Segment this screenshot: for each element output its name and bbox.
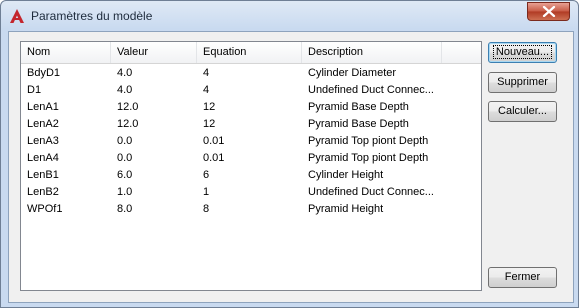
new-button[interactable]: Nouveau... <box>488 42 557 63</box>
cell-value: 8.0 <box>117 203 133 215</box>
autocad-app-icon <box>9 8 25 24</box>
table-row[interactable]: LenA2 12.0 12 Pyramid Base Depth <box>21 116 481 133</box>
list-header: Nom Valeur Equation Description <box>21 42 481 64</box>
close-icon <box>542 6 556 17</box>
cell-name: D1 <box>27 84 42 96</box>
close-button-label: Fermer <box>504 271 541 283</box>
calculate-button-label: Calculer... <box>498 105 547 117</box>
cell-description: Pyramid Top piont Depth <box>308 135 429 147</box>
cell-description: Pyramid Base Depth <box>308 118 409 130</box>
cell-name: LenB1 <box>27 169 59 181</box>
cell-equation: 4 <box>203 67 210 79</box>
cell-value: 12.0 <box>117 118 139 130</box>
cell-name: LenA1 <box>27 101 59 113</box>
cell-equation: 12 <box>203 118 216 130</box>
column-header-value[interactable]: Valeur <box>111 42 197 63</box>
table-row[interactable]: LenB2 1.0 1 Undefined Duct Connec... <box>21 184 481 201</box>
cell-description: Cylinder Diameter <box>308 67 397 79</box>
title-bar[interactable]: Paramètres du modèle <box>1 1 578 31</box>
calculate-button[interactable]: Calculer... <box>488 101 557 122</box>
cell-description: Undefined Duct Connec... <box>308 84 434 96</box>
cell-description: Pyramid Top piont Depth <box>308 152 429 164</box>
column-header-name[interactable]: Nom <box>21 42 111 63</box>
dialog-window: Paramètres du modèle Nom Valeur Equation… <box>0 0 579 308</box>
column-header-equation[interactable]: Equation <box>197 42 302 63</box>
window-title: Paramètres du modèle <box>31 9 153 23</box>
cell-value: 4.0 <box>117 84 133 96</box>
table-row[interactable]: D1 4.0 4 Undefined Duct Connec... <box>21 82 481 99</box>
cell-name: LenA2 <box>27 118 59 130</box>
cell-description: Undefined Duct Connec... <box>308 186 434 198</box>
close-button[interactable]: Fermer <box>488 267 557 288</box>
list-rows: BdyD1 4.0 4 Cylinder Diameter D1 4.0 4 Undefine… <box>21 65 481 218</box>
cell-equation: 1 <box>203 186 210 198</box>
column-header-description[interactable]: Description <box>302 42 442 63</box>
cell-value: 6.0 <box>117 169 133 181</box>
delete-button[interactable]: Supprimer <box>488 72 557 93</box>
cell-value: 0.0 <box>117 135 133 147</box>
cell-name: LenA4 <box>27 152 59 164</box>
table-row[interactable]: BdyD1 4.0 4 Cylinder Diameter <box>21 65 481 82</box>
cell-description: Cylinder Height <box>308 169 384 181</box>
table-row[interactable]: LenA1 12.0 12 Pyramid Base Depth <box>21 99 481 116</box>
table-row[interactable]: LenB1 6.0 6 Cylinder Height <box>21 167 481 184</box>
table-row[interactable]: WPOf1 8.0 8 Pyramid Height <box>21 201 481 218</box>
cell-equation: 6 <box>203 169 210 181</box>
cell-value: 0.0 <box>117 152 133 164</box>
cell-name: LenB2 <box>27 186 59 198</box>
cell-value: 4.0 <box>117 67 133 79</box>
table-row[interactable]: LenA4 0.0 0.01 Pyramid Top piont Depth <box>21 150 481 167</box>
cell-equation: 4 <box>203 84 210 96</box>
cell-name: LenA3 <box>27 135 59 147</box>
cell-equation: 0.01 <box>203 135 225 147</box>
parameters-list[interactable]: Nom Valeur Equation Description BdyD1 4.0… <box>20 41 482 291</box>
cell-value: 12.0 <box>117 101 139 113</box>
cell-description: Pyramid Base Depth <box>308 101 409 113</box>
cell-name: WPOf1 <box>27 203 63 215</box>
cell-equation: 8 <box>203 203 210 215</box>
new-button-label: Nouveau... <box>492 45 553 59</box>
cell-value: 1.0 <box>117 186 133 198</box>
cell-name: BdyD1 <box>27 67 61 79</box>
cell-description: Pyramid Height <box>308 203 384 215</box>
cell-equation: 12 <box>203 101 216 113</box>
delete-button-label: Supprimer <box>497 76 548 88</box>
table-row[interactable]: LenA3 0.0 0.01 Pyramid Top piont Depth <box>21 133 481 150</box>
dialog-client-area: Nom Valeur Equation Description BdyD1 4.0… <box>8 31 574 303</box>
window-close-button[interactable] <box>527 2 570 21</box>
cell-equation: 0.01 <box>203 152 225 164</box>
